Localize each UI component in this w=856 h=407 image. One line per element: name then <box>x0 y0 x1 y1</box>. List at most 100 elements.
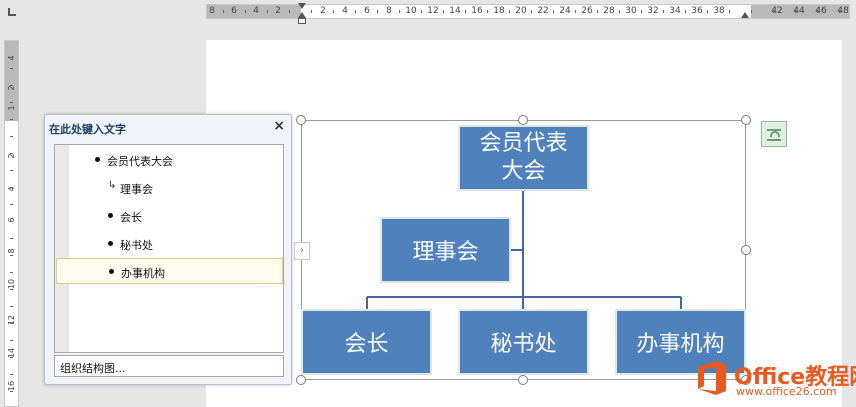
expand-text-pane-button[interactable]: › <box>294 242 310 260</box>
list-item-label: 秘书处 <box>120 239 153 252</box>
ruler-number: 2 <box>7 153 16 159</box>
ruler-tick <box>641 10 642 13</box>
resize-handle-bottom[interactable] <box>518 375 528 385</box>
ruler-tick <box>10 136 13 137</box>
list-item-top[interactable]: 会员代表大会 <box>69 147 283 173</box>
close-icon[interactable]: × <box>273 118 285 134</box>
office-logo-icon <box>698 361 726 395</box>
ruler-tick <box>10 323 13 324</box>
list-item-child[interactable]: 会长 <box>69 203 283 229</box>
ruler-number: 26 <box>581 6 593 16</box>
ruler-number: 8 <box>386 6 392 16</box>
ruler-tick <box>267 10 268 13</box>
ruler-tick <box>377 10 378 13</box>
ruler-tick <box>10 391 13 392</box>
ruler-number: 18 <box>493 6 505 16</box>
list-gutter <box>55 145 69 352</box>
ruler-tick <box>10 119 13 120</box>
ruler-tick <box>311 10 312 13</box>
left-tab-icon <box>8 8 16 16</box>
ruler-number: 1 <box>7 105 16 111</box>
ruler-tick <box>465 10 466 13</box>
ruler-tick <box>531 10 532 13</box>
resize-handle-top[interactable] <box>518 115 528 125</box>
ruler-number: 28 <box>603 6 615 16</box>
org-box-child-1[interactable]: 会长 <box>301 309 432 375</box>
text-pane-list[interactable]: 会员代表大会 ↳ 理事会 会长 秘书处 办事机构 <box>54 144 284 353</box>
ruler-number: 4 <box>342 6 348 16</box>
ruler-tick <box>487 10 488 13</box>
list-item-label: 理事会 <box>120 183 153 196</box>
layout-options-button[interactable] <box>761 121 787 147</box>
ruler-tick <box>10 340 13 341</box>
ruler-tick <box>663 10 664 13</box>
list-item-assistant[interactable]: ↳ 理事会 <box>69 175 283 201</box>
ruler-tick <box>10 68 13 69</box>
ruler-tick <box>553 10 554 13</box>
ruler-number: 12 <box>7 314 16 326</box>
list-item-child[interactable]: 秘书处 <box>69 231 283 257</box>
ruler-number: 16 <box>471 6 483 16</box>
ruler-tick <box>509 10 510 13</box>
ruler-number: 38 <box>713 6 725 16</box>
ruler-tick <box>685 10 686 13</box>
ruler-tick <box>707 10 708 13</box>
ruler-tick <box>10 204 13 205</box>
vertical-ruler[interactable]: 4 2 1 2 4 6 8 10 12 14 16 <box>4 40 19 407</box>
ruler-tick <box>10 255 13 256</box>
right-indent-marker[interactable] <box>741 12 749 18</box>
ruler-tick <box>10 306 13 307</box>
list-item-selected[interactable]: 办事机构 <box>56 258 283 284</box>
ruler-number: 4 <box>253 6 259 16</box>
ruler-number: 12 <box>427 6 439 16</box>
ruler-tick <box>399 10 400 13</box>
org-box-top[interactable]: 会员代表 大会 <box>458 125 589 191</box>
first-line-indent-marker[interactable] <box>298 3 306 9</box>
ruler-number: 2 <box>320 6 326 16</box>
logo-url: www.office26.com <box>736 385 837 398</box>
ruler-tick <box>10 272 13 273</box>
org-chart-footer-link[interactable]: 组织结构图... <box>54 355 284 377</box>
resize-handle-right[interactable] <box>741 245 751 255</box>
ruler-tick <box>619 10 620 13</box>
ruler-tick <box>421 10 422 13</box>
ruler-number: 8 <box>209 6 215 16</box>
ruler-tick <box>817 10 818 13</box>
ruler-tick <box>223 10 224 13</box>
ruler-tick <box>355 10 356 13</box>
resize-handle-top-left[interactable] <box>296 115 306 125</box>
ruler-tick <box>751 10 752 13</box>
tab-selector[interactable] <box>0 0 26 26</box>
ruler-tick <box>10 85 13 86</box>
bullet-icon <box>109 269 114 274</box>
ruler-tick <box>10 374 13 375</box>
bullet-icon <box>108 241 113 246</box>
ruler-tick <box>10 289 13 290</box>
resize-handle-bottom-left[interactable] <box>296 375 306 385</box>
assistant-arrow-icon: ↳ <box>108 180 117 191</box>
org-box-child-2[interactable]: 秘书处 <box>458 309 589 375</box>
ruler-tick <box>575 10 576 13</box>
ruler-number: 6 <box>7 217 16 223</box>
layout-arc-icon <box>770 131 780 137</box>
smartart-text-pane: 在此处键入文字 × 会员代表大会 ↳ 理事会 会长 秘书处 办事机构 组织结构图… <box>44 114 292 385</box>
ruler-tick <box>10 170 13 171</box>
ruler-tick <box>10 221 13 222</box>
resize-handle-top-right[interactable] <box>741 115 751 125</box>
ruler-number: 32 <box>647 6 659 16</box>
ruler-number: 36 <box>691 6 703 16</box>
bullet-icon <box>108 213 113 218</box>
ruler-tick <box>289 10 290 13</box>
ruler-number: 14 <box>449 6 461 16</box>
ruler-tick <box>10 102 13 103</box>
ruler-number: 4 <box>7 186 16 192</box>
ruler-number: 34 <box>669 6 681 16</box>
ruler-tick <box>839 10 840 13</box>
org-box-assistant[interactable]: 理事会 <box>380 217 511 283</box>
left-indent-marker[interactable] <box>298 18 306 24</box>
org-box-top-line-1: 会员代表 <box>479 131 568 156</box>
ruler-tick <box>729 10 730 13</box>
ruler-number: 10 <box>405 6 417 16</box>
ruler-number: 24 <box>559 6 571 16</box>
ruler-number: 2 <box>275 6 281 16</box>
